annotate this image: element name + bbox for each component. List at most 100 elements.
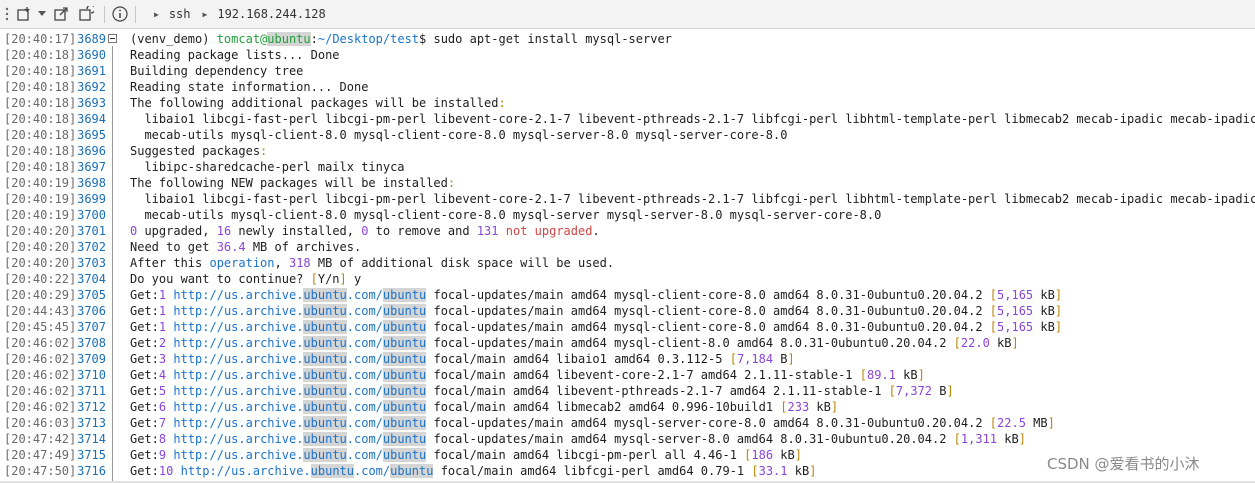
text-segment: Get:: [130, 416, 159, 430]
text-segment: focal/main amd64 libmecab2 amd64 0.996-1…: [426, 400, 781, 414]
open-session-icon[interactable]: [48, 0, 74, 29]
line-number: 3714: [77, 432, 106, 446]
new-tab-icon[interactable]: [12, 0, 36, 29]
text-segment: 186: [751, 448, 774, 462]
timestamp: [20:40:20]: [4, 256, 77, 270]
text-segment: Get:: [130, 368, 159, 382]
line-text: Get:4 http://us.archive.ubuntu.com/ubunt…: [130, 367, 925, 383]
text-segment: ]: [1018, 432, 1026, 446]
text-segment: .com/: [354, 464, 391, 478]
line-text: Get:3 http://us.archive.ubuntu.com/ubunt…: [130, 351, 795, 367]
text-segment: ubuntu: [267, 32, 311, 46]
terminal-line: [20:40:20] 3702 Need to get 36.4 MB of arc…: [0, 239, 1255, 255]
text-segment: focal/main amd64 libevent-core-2.1-7 amd…: [426, 368, 860, 382]
line-number: 3712: [77, 400, 106, 414]
text-segment: [173, 464, 180, 478]
line-number: 3706: [77, 304, 106, 318]
terminal-line: [20:40:20] 3703 After this operation, 318 …: [0, 255, 1255, 271]
timestamp: [20:40:19]: [4, 192, 77, 206]
line-number: 3690: [77, 48, 106, 62]
text-segment: ubuntu: [310, 464, 354, 478]
vertical-dots-icon[interactable]: [2, 0, 12, 29]
text-segment: ubuntu: [382, 400, 427, 414]
line-text: Get:2 http://us.archive.ubuntu.com/ubunt…: [130, 335, 1019, 351]
line-text: Need to get 36.4 MB of archives.: [130, 239, 361, 255]
text-segment: ]: [794, 448, 802, 462]
text-segment: [: [989, 288, 998, 302]
line-text: libipc-sharedcache-perl mailx tinyca: [130, 159, 405, 175]
text-segment: :: [310, 32, 318, 46]
text-segment: ubuntu: [382, 448, 427, 462]
text-segment: 5,165: [997, 320, 1034, 334]
text-segment: 7,184: [736, 352, 774, 366]
text-segment: Reading state information... Done: [130, 80, 369, 94]
timestamp: [20:47:50]: [4, 464, 77, 478]
collapse-icon[interactable]: [108, 34, 117, 43]
terminal-line: [20:40:22] 3704 Do you want to continue? […: [0, 271, 1255, 287]
text-segment: Get:: [130, 464, 159, 478]
text-segment: kB: [773, 448, 795, 462]
text-segment: MB: [1025, 416, 1048, 430]
text-segment: Reading package lists... Done: [130, 48, 340, 62]
text-segment: [: [310, 272, 318, 286]
text-segment: Y/n: [317, 272, 340, 286]
reconnect-icon[interactable]: [74, 0, 98, 29]
line-text: libaio1 libcgi-fast-perl libcgi-pm-perl …: [130, 191, 1255, 207]
line-number: 3713: [77, 416, 106, 430]
text-segment: 1,311: [960, 432, 998, 446]
info-icon[interactable]: [111, 0, 129, 29]
terminal-line: [20:40:18] 3697 libipc-sharedcache-perl m…: [0, 159, 1255, 175]
line-text: After this operation, 318 MB of addition…: [130, 255, 614, 271]
breadcrumb-host[interactable]: 192.168.244.128: [217, 7, 325, 21]
line-text: Get:10 http://us.archive.ubuntu.com/ubun…: [130, 463, 816, 479]
toolbar-divider: [104, 5, 105, 23]
text-segment: .com/: [346, 416, 383, 430]
terminal-output[interactable]: [20:40:17] 3689 (venv_demo) tomcat@ubuntu:…: [0, 31, 1255, 483]
text-segment: [: [888, 384, 896, 398]
line-number: 3695: [77, 128, 106, 142]
text-segment: Get:: [130, 288, 159, 302]
line-text: Reading state information... Done: [130, 79, 368, 95]
text-segment: ubuntu: [303, 320, 347, 334]
text-segment: Get:: [130, 320, 159, 334]
text-segment: kB: [1033, 304, 1055, 318]
text-segment: :: [498, 96, 506, 110]
text-segment: ubuntu: [303, 432, 347, 446]
text-segment: ubuntu: [303, 448, 347, 462]
line-text: libaio1 libcgi-fast-perl libcgi-pm-perl …: [130, 111, 1255, 127]
text-segment: .com/: [346, 304, 383, 318]
breadcrumb-tab-label[interactable]: ssh: [169, 7, 191, 21]
line-text: Get:1 http://us.archive.ubuntu.com/ubunt…: [130, 303, 1062, 319]
terminal-line: [20:46:02] 3711 Get:5 http://us.archive.ub…: [0, 383, 1255, 399]
text-segment: [: [729, 352, 737, 366]
line-number: 3693: [77, 96, 106, 110]
line-number: 3710: [77, 368, 106, 382]
text-segment: ubuntu: [382, 384, 427, 398]
text-segment: 318: [288, 256, 311, 270]
text-segment: ubuntu: [303, 336, 347, 350]
terminal-line: [20:40:17] 3689 (venv_demo) tomcat@ubuntu:…: [0, 31, 1255, 47]
text-segment: operation: [209, 256, 275, 270]
line-text: 0 upgraded, 16 newly installed, 0 to rem…: [130, 223, 600, 239]
text-segment: focal-updates/main amd64 mysql-server-8.…: [426, 432, 954, 446]
line-number: 3703: [77, 256, 106, 270]
line-number: 3708: [77, 336, 106, 350]
line-text: Get:6 http://us.archive.ubuntu.com/ubunt…: [130, 399, 838, 415]
timestamp: [20:40:18]: [4, 64, 77, 78]
text-segment: ubuntu: [303, 352, 347, 366]
text-segment: libipc-sharedcache-perl mailx tinyca: [130, 160, 405, 174]
chevron-down-icon[interactable]: [36, 0, 48, 29]
text-segment: focal-updates/main amd64 mysql-client-co…: [426, 288, 990, 302]
terminal-line: [20:40:18] 3694 libaio1 libcgi-fast-perl …: [0, 111, 1255, 127]
text-segment: kB: [997, 432, 1019, 446]
watermark: CSDN @爱看书的小沐: [1047, 455, 1200, 473]
text-segment: not upgraded: [498, 224, 593, 238]
timestamp: [20:40:18]: [4, 48, 77, 62]
text-segment: Do you want to continue?: [130, 272, 311, 286]
text-segment: focal-updates/main amd64 mysql-client-co…: [426, 304, 990, 318]
text-segment: ubuntu: [382, 288, 427, 302]
timestamp: [20:40:19]: [4, 208, 77, 222]
text-segment: kB: [787, 464, 810, 478]
text-segment: mecab-utils mysql-client-8.0 mysql-clien…: [130, 128, 788, 142]
line-text: Suggested packages:: [130, 143, 267, 159]
